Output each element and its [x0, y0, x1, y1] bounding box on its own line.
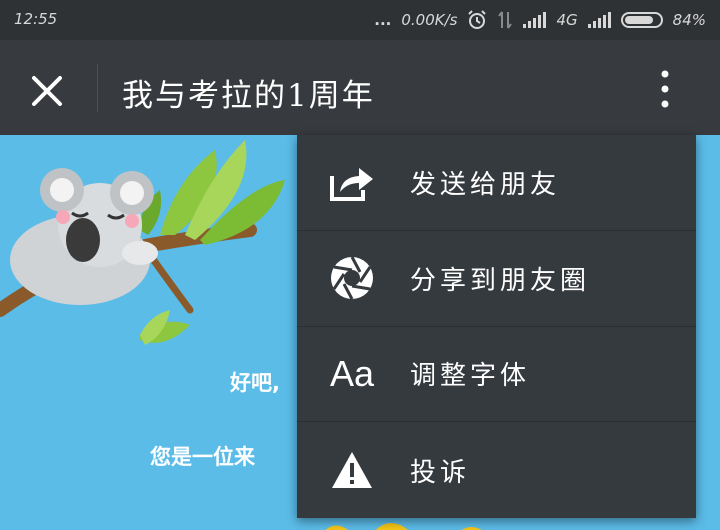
app-bar-divider	[97, 64, 98, 112]
font-icon: Aa	[329, 352, 375, 394]
content-text-line2: 您是一位来	[150, 445, 255, 469]
alarm-icon	[468, 10, 487, 29]
menu-item-send-to-friend[interactable]: 发送给朋友	[297, 135, 696, 231]
signal-icon-2	[587, 12, 611, 28]
network-type: 4G	[556, 11, 578, 29]
network-speed: 0.00K/s	[401, 11, 458, 29]
menu-item-report[interactable]: 投诉	[297, 422, 696, 518]
data-transfer-icon	[498, 11, 513, 29]
yellow-title-fragment	[325, 523, 482, 530]
menu-item-label: 发送给朋友	[410, 169, 561, 200]
signal-icon	[523, 12, 547, 28]
menu-item-label: 调整字体	[410, 361, 531, 392]
page-title: 我与考拉的1周年	[122, 78, 375, 114]
app-bar: 我与考拉的1周年	[0, 40, 720, 135]
more-vertical-icon[interactable]	[655, 68, 675, 112]
menu-item-adjust-font[interactable]: Aa 调整字体	[297, 327, 696, 423]
koala-illustration	[0, 140, 285, 345]
status-time: 12:55	[14, 10, 58, 28]
status-bar: 12:55 ... 0.00K/s 4G 84%	[0, 0, 720, 40]
menu-item-label: 投诉	[410, 457, 471, 488]
moments-icon	[327, 253, 377, 303]
battery-percent: 84%	[672, 11, 706, 29]
content-text-line1: 好吧,	[230, 371, 280, 395]
status-indicators: ... 0.00K/s 4G 84%	[374, 10, 706, 30]
close-icon[interactable]	[26, 70, 68, 112]
share-icon	[327, 157, 377, 207]
status-dots: ...	[374, 11, 392, 29]
overflow-menu: 发送给朋友 分享到朋友圈 Aa 调整字体 投诉	[297, 135, 696, 518]
menu-item-label: 分享到朋友圈	[410, 265, 591, 296]
warning-icon	[327, 445, 377, 495]
battery-icon	[620, 12, 663, 28]
menu-item-share-to-moments[interactable]: 分享到朋友圈	[297, 231, 696, 327]
battery-fill	[624, 16, 654, 24]
